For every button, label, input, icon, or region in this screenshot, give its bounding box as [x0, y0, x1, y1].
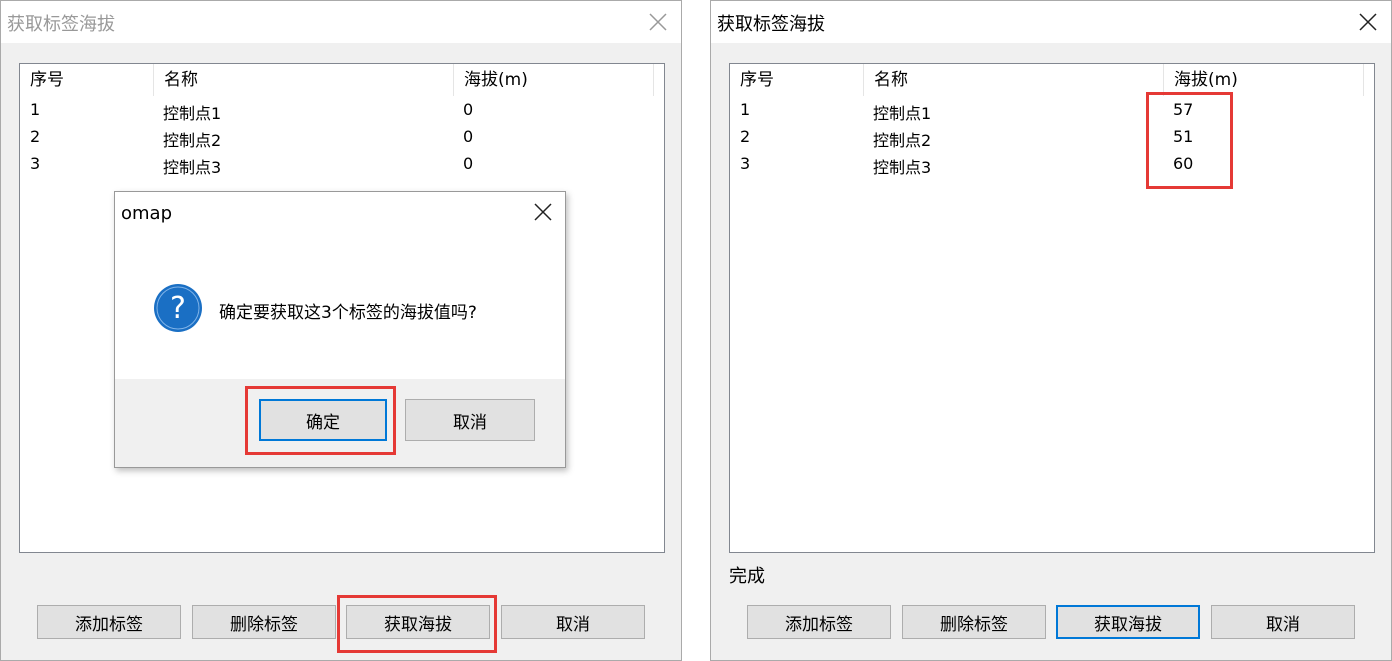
row-name: 控制点3	[163, 158, 222, 177]
row-index: 1	[740, 100, 751, 119]
dialog-cancel-button[interactable]: 取消	[405, 399, 535, 441]
right-delete-label-button[interactable]: 删除标签	[902, 605, 1046, 639]
dialog-footer: 确定 取消	[115, 379, 565, 467]
left-cancel-button[interactable]: 取消	[501, 605, 645, 639]
row-index: 2	[30, 127, 41, 146]
left-col-header-name[interactable]: 名称	[154, 64, 454, 96]
status-text: 完成	[729, 566, 765, 587]
question-icon: ?	[153, 283, 203, 337]
left-window-title: 获取标签海拔	[7, 14, 115, 35]
left-add-label-button[interactable]: 添加标签	[37, 605, 181, 639]
right-titlebar: 获取标签海拔	[711, 1, 1391, 43]
right-close-icon[interactable]	[1345, 1, 1391, 43]
row-name: 控制点1	[163, 104, 222, 123]
row-elevation: 0	[463, 154, 474, 173]
row-name: 控制点2	[163, 131, 222, 150]
right-window: 获取标签海拔 序号 名称 海拔(m) 1 控制点1 57 2 控制点2 51 3…	[710, 0, 1392, 661]
right-col-header-index[interactable]: 序号	[730, 64, 864, 96]
dialog-close-icon[interactable]	[533, 202, 553, 226]
right-cancel-button[interactable]: 取消	[1211, 605, 1355, 639]
confirm-dialog: omap ? 确定要获取这3个标签的海拔值吗? 确定 取消	[114, 191, 566, 468]
row-index: 2	[740, 127, 751, 146]
row-elevation: 0	[463, 100, 474, 119]
left-col-header-elevation[interactable]: 海拔(m)	[454, 64, 654, 96]
right-col-header-elevation[interactable]: 海拔(m)	[1164, 64, 1364, 96]
row-index: 1	[30, 100, 41, 119]
dialog-confirm-button[interactable]: 确定	[259, 399, 387, 441]
dialog-message: 确定要获取这3个标签的海拔值吗?	[219, 303, 477, 323]
row-index: 3	[740, 154, 751, 173]
svg-text:?: ?	[170, 291, 186, 326]
right-label-list[interactable]: 序号 名称 海拔(m) 1 控制点1 57 2 控制点2 51 3 控制点3 6…	[729, 63, 1375, 553]
row-name: 控制点3	[873, 158, 932, 177]
row-elevation: 51	[1173, 127, 1194, 146]
left-fetch-elevation-button[interactable]: 获取海拔	[346, 605, 490, 639]
row-elevation: 60	[1173, 154, 1194, 173]
row-name: 控制点1	[873, 104, 932, 123]
right-fetch-elevation-button[interactable]: 获取海拔	[1056, 605, 1200, 639]
right-col-header-name[interactable]: 名称	[864, 64, 1164, 96]
right-add-label-button[interactable]: 添加标签	[747, 605, 891, 639]
left-delete-label-button[interactable]: 删除标签	[192, 605, 336, 639]
left-titlebar: 获取标签海拔	[1, 1, 681, 43]
left-col-header-index[interactable]: 序号	[20, 64, 154, 96]
row-index: 3	[30, 154, 41, 173]
row-elevation: 0	[463, 127, 474, 146]
left-close-icon[interactable]	[635, 1, 681, 43]
row-elevation: 57	[1173, 100, 1194, 119]
right-window-title: 获取标签海拔	[717, 14, 825, 35]
row-name: 控制点2	[873, 131, 932, 150]
dialog-title: omap	[121, 203, 173, 224]
